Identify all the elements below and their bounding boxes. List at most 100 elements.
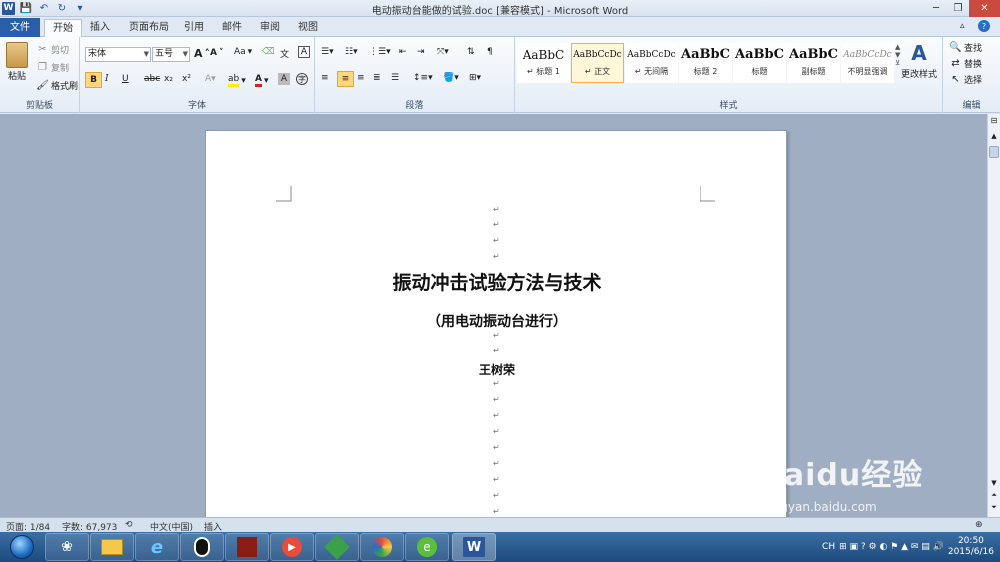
tab-file[interactable]: 文件: [0, 18, 40, 37]
shading-icon[interactable]: 🪣▾: [443, 73, 459, 83]
taskbar-game[interactable]: [225, 533, 269, 561]
char-shading-icon[interactable]: A: [278, 73, 290, 85]
taskbar-media[interactable]: ▶: [270, 533, 314, 561]
proofing-icon[interactable]: ⟲: [125, 520, 133, 530]
cursor-icon: ↖: [951, 74, 960, 85]
align-right-icon[interactable]: ≡: [357, 73, 365, 83]
line-spacing-icon[interactable]: ↕≡▾: [413, 73, 433, 83]
document-page[interactable]: ↵ ↵ ↵ ↵ 振动冲击试验方法与技术 （用电动振动台进行） ↵ ↵ 王树荣 ↵…: [205, 130, 787, 518]
windows-orb-icon: [10, 535, 34, 559]
tab-review[interactable]: 审阅: [252, 19, 288, 37]
numbering-icon[interactable]: ☷▾: [345, 47, 358, 57]
tab-mailings[interactable]: 邮件: [214, 19, 250, 37]
document-author[interactable]: 王树荣: [206, 361, 788, 378]
taskbar-qq[interactable]: [180, 533, 224, 561]
document-subtitle[interactable]: （用电动振动台进行）: [206, 311, 788, 331]
tab-page-layout[interactable]: 页面布局: [121, 19, 177, 37]
replace-label: 替换: [964, 60, 983, 70]
subscript-button[interactable]: x₂: [164, 74, 173, 84]
bold-button[interactable]: B: [85, 72, 102, 88]
watermark-url: jingyan.baidu.com: [766, 500, 877, 514]
italic-button[interactable]: I: [105, 74, 109, 84]
grow-font-button[interactable]: A ˄: [194, 47, 210, 60]
taskbar-app-green[interactable]: [315, 533, 359, 561]
document-title[interactable]: 振动冲击试验方法与技术: [206, 268, 788, 295]
borders-icon[interactable]: ⊞▾: [469, 73, 481, 83]
font-size-combo[interactable]: 五号 ▼: [152, 47, 190, 62]
scroll-thumb[interactable]: [989, 146, 999, 158]
vertical-scrollbar[interactable]: ⊟ ▲ ▼ ⏶ ⏷: [987, 114, 1000, 517]
scroll-up-icon[interactable]: ▲: [989, 132, 999, 142]
style-subtitle[interactable]: AaBbC 副标题: [787, 43, 840, 83]
highlight-icon[interactable]: ab ▾: [228, 74, 246, 87]
style-no-spacing[interactable]: AaBbCcDc ↵ 无间隔: [625, 43, 678, 83]
cut-button[interactable]: ✂ 剪切: [36, 43, 69, 56]
change-styles-button[interactable]: A 更改样式: [901, 41, 937, 80]
style-name: 标题 2: [693, 67, 718, 76]
increase-indent-icon[interactable]: ⇥: [417, 47, 425, 57]
ribbon-minimize-icon[interactable]: ▵: [960, 21, 965, 31]
text-effects-icon[interactable]: A▾: [205, 74, 216, 84]
taskbar-browser[interactable]: [360, 533, 404, 561]
taskbar-word[interactable]: W: [452, 533, 496, 561]
paragraph-mark: ↵: [493, 475, 500, 484]
shrink-font-button[interactable]: A ˅: [210, 48, 223, 58]
tab-insert[interactable]: 插入: [82, 19, 118, 37]
scroll-down-icon[interactable]: ▼: [989, 479, 999, 489]
distributed-icon[interactable]: ☰: [391, 73, 399, 83]
ime-indicator[interactable]: CH: [822, 542, 835, 552]
copy-button[interactable]: ❐ 复制: [36, 61, 69, 74]
decrease-indent-icon[interactable]: ⇤: [399, 47, 407, 57]
enclose-char-icon[interactable]: 字: [296, 73, 308, 85]
taskbar-ie[interactable]: e: [135, 533, 179, 561]
tab-references[interactable]: 引用: [176, 19, 212, 37]
change-case-button[interactable]: Aa ▾: [234, 47, 252, 57]
multilevel-list-icon[interactable]: ⋮☰▾: [369, 47, 391, 57]
style-title[interactable]: AaBbC 标题: [733, 43, 786, 83]
clock[interactable]: 20:50 2015/6/16: [948, 536, 994, 558]
replace-icon: ⇄: [951, 58, 960, 69]
prev-page-icon[interactable]: ⏶: [989, 491, 999, 501]
taskbar-explorer[interactable]: [90, 533, 134, 561]
sort-icon[interactable]: ⇅: [467, 47, 475, 57]
paste-button[interactable]: 粘贴: [6, 42, 28, 82]
align-center-icon[interactable]: ≡: [337, 71, 354, 87]
tray-icons[interactable]: ⊞ ▣ ? ⚙ ◐ ⚑ ▲ ✉ ▤ 🔊: [839, 542, 944, 552]
start-button[interactable]: [2, 533, 42, 561]
tab-view[interactable]: 视图: [290, 19, 326, 37]
find-button[interactable]: 🔍 查找: [949, 41, 982, 54]
font-color-icon[interactable]: A ▾: [255, 74, 269, 87]
underline-button[interactable]: U: [122, 74, 129, 84]
bullets-icon[interactable]: ☰▾: [321, 47, 334, 57]
format-painter-button[interactable]: 🖌 格式刷: [36, 79, 78, 92]
char-border-icon[interactable]: A: [298, 46, 310, 58]
chinese-layout-icon[interactable]: ⤧▾: [437, 47, 449, 57]
close-button[interactable]: ✕: [969, 0, 1000, 17]
styles-group-label: 样式: [719, 101, 738, 111]
superscript-button[interactable]: x²: [182, 74, 191, 84]
taskbar-360[interactable]: e: [405, 533, 449, 561]
next-page-icon[interactable]: ⏷: [989, 503, 999, 513]
taskbar-app[interactable]: ❀: [45, 533, 89, 561]
clipboard-icon: [6, 42, 28, 68]
replace-button[interactable]: ⇄ 替换: [949, 57, 982, 70]
maximize-button[interactable]: ❐: [947, 0, 969, 17]
clear-format-icon[interactable]: ⌫: [262, 47, 275, 57]
style-heading2[interactable]: AaBbC 标题 2: [679, 43, 732, 83]
align-left-icon[interactable]: ≡: [321, 73, 329, 83]
minimize-button[interactable]: ─: [925, 0, 947, 17]
styles-gallery-scroll[interactable]: ▲ ▼ ⊻: [895, 43, 900, 67]
strikethrough-button[interactable]: abc: [144, 74, 160, 84]
style-subtle-emphasis[interactable]: AaBbCcDc 不明显强调: [841, 43, 894, 83]
style-normal[interactable]: AaBbCcDc ↵ 正文: [571, 43, 624, 83]
show-marks-icon[interactable]: ¶: [487, 47, 493, 57]
browser-icon: [372, 537, 392, 557]
select-button[interactable]: ↖ 选择: [949, 73, 982, 86]
font-name-combo[interactable]: 宋体 ▼: [85, 47, 151, 62]
help-icon[interactable]: ?: [978, 20, 990, 32]
ruler-toggle-icon[interactable]: ⊟: [989, 116, 999, 128]
style-heading1[interactable]: AaBbC ↵ 标题 1: [517, 43, 570, 83]
phonetic-guide-icon[interactable]: 文: [280, 47, 289, 60]
justify-icon[interactable]: ≣: [373, 73, 381, 83]
tab-home[interactable]: 开始: [44, 19, 82, 38]
